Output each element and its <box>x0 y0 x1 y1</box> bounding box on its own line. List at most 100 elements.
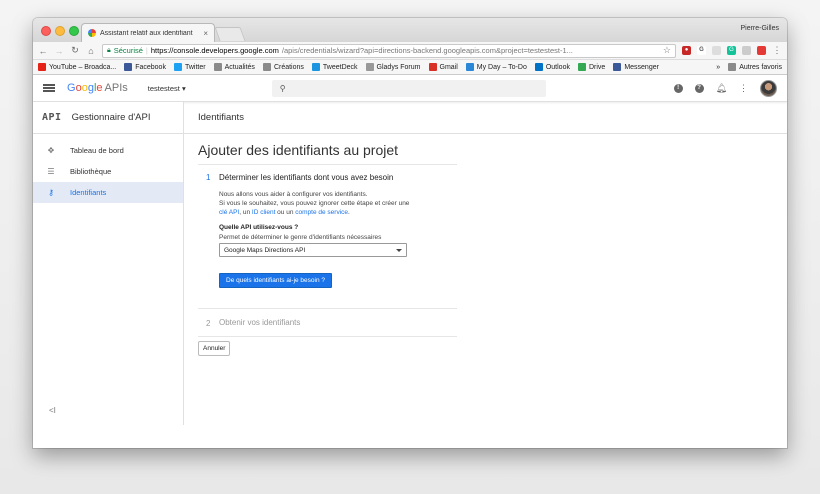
activity-icon[interactable]: ! <box>673 83 683 93</box>
forward-arrow-icon[interactable]: → <box>54 46 64 56</box>
bookmark-label: Outlook <box>545 63 570 71</box>
new-tab-button[interactable] <box>214 27 246 41</box>
bookmark-favicon-icon <box>577 63 586 71</box>
sidebar-item-label: Identifiants <box>70 188 107 197</box>
bookmark-label: My Day – To-Do <box>476 63 527 71</box>
bookmark-item[interactable]: My Day – To-Do <box>465 63 527 71</box>
step-title: Obtenir vos identifiants <box>219 318 301 327</box>
secure-label: Sécurisé <box>113 46 143 55</box>
home-icon[interactable]: ⌂ <box>86 46 96 56</box>
dashboard-icon: ✥ <box>47 146 55 155</box>
bookmark-label: Drive <box>588 63 606 71</box>
api-question-label: Quelle API utilisez-vous ? <box>219 224 299 231</box>
dropdown-caret-icon <box>396 248 402 252</box>
bookmark-item[interactable]: Outlook <box>534 63 570 71</box>
bookmark-favicon-icon <box>311 63 320 71</box>
sidebar-item-dashboard[interactable]: ✥ Tableau de bord <box>33 140 183 161</box>
step-number: 1 <box>206 173 211 182</box>
extension-gray-icon[interactable] <box>742 46 751 55</box>
minimize-window-button[interactable] <box>55 26 65 36</box>
grammarly-icon[interactable]: G <box>727 46 736 55</box>
bookmark-label: Actualités <box>224 63 255 71</box>
sidebar-item-library[interactable]: ☰ Bibliothèque <box>33 161 183 182</box>
description-text: Nous allons vous aider à configurer vos … <box>219 191 368 198</box>
google-apis-logo[interactable]: Google APIs <box>67 82 128 94</box>
bookmark-item[interactable]: Facebook <box>124 63 166 71</box>
wizard-step-2[interactable]: 2 Obtenir vos identifiants <box>198 309 457 337</box>
sidebar: API Gestionnaire d'API ✥ Tableau de bord… <box>33 102 184 425</box>
more-options-icon[interactable]: ⋮ <box>739 83 748 94</box>
extension-square-icon[interactable] <box>712 46 721 55</box>
tab-title: Assistant relatif aux identifiant <box>100 29 193 37</box>
bookmark-item[interactable]: Messenger <box>613 63 659 71</box>
bookmark-item[interactable]: YouTube – Broadca... <box>38 63 116 71</box>
project-selector[interactable]: testestest ▾ <box>148 84 186 93</box>
api-logo: API <box>42 112 62 123</box>
bookmark-folder[interactable]: Actualités <box>213 63 255 71</box>
extension-red-icon[interactable] <box>757 46 766 55</box>
section-header: Identifiants <box>184 102 787 134</box>
sidebar-item-label: Bibliothèque <box>70 167 112 176</box>
main-panel: Identifiants Ajouter des identifiants au… <box>184 102 787 425</box>
close-window-button[interactable] <box>41 26 51 36</box>
key-icon: ⚷ <box>48 188 54 197</box>
sidebar-item-credentials[interactable]: ⚷ Identifiants <box>33 182 183 203</box>
bookmark-item[interactable]: Twitter <box>173 63 206 71</box>
cancel-button[interactable]: Annuler <box>198 341 231 356</box>
bookmarks-overflow-icon[interactable]: » <box>716 64 720 71</box>
search-input[interactable]: ⚲ <box>271 79 546 97</box>
title-bar: Assistant relatif aux identifiant × Pier… <box>33 18 787 42</box>
bookmark-favicon-icon <box>365 63 374 71</box>
bookmark-favicon-icon <box>173 63 182 71</box>
browser-tab[interactable]: Assistant relatif aux identifiant × <box>81 23 215 42</box>
browser-toolbar: ← → ↻ ⌂ 🔒︎ Sécurisé | https://console.de… <box>33 42 787 60</box>
bookmark-label: YouTube – Broadca... <box>49 63 117 71</box>
lock-icon: 🔒︎ <box>107 46 111 54</box>
service-account-link[interactable]: compte de service <box>295 209 348 216</box>
hamburger-menu-icon[interactable] <box>43 84 55 92</box>
sidebar-title: Gestionnaire d'API <box>71 112 151 123</box>
page-title: Ajouter des identifiants au projet <box>198 142 399 158</box>
bookmark-item[interactable]: Gmail <box>428 63 458 71</box>
folder-icon <box>262 63 271 71</box>
bookmark-item[interactable]: Gladys Forum <box>365 63 421 71</box>
browser-window: Assistant relatif aux identifiant × Pier… <box>33 18 787 448</box>
chevron-down-icon: ▾ <box>181 83 186 93</box>
maximize-window-button[interactable] <box>69 26 79 36</box>
bookmark-item[interactable]: TweetDeck <box>311 63 358 71</box>
bookmarks-bar: YouTube – Broadca... Facebook Twitter Ac… <box>33 60 787 75</box>
logo-apis: APIs <box>104 82 128 94</box>
bookmark-label: Twitter <box>184 63 206 71</box>
notifications-bell-icon[interactable]: 🔔︎ <box>716 83 727 94</box>
address-bar[interactable]: 🔒︎ Sécurisé | https://console.developers… <box>102 43 676 58</box>
bookmark-item[interactable]: Drive <box>577 63 606 71</box>
wizard: Ajouter des identifiants au projet 1 Dét… <box>184 134 787 356</box>
api-key-link[interactable]: clé API <box>219 209 239 216</box>
collapse-sidebar-icon[interactable]: <I <box>49 406 56 415</box>
folder-icon <box>728 63 737 71</box>
api-select[interactable]: Google Maps Directions API <box>219 243 407 257</box>
user-avatar[interactable] <box>760 79 777 97</box>
bookmark-folder[interactable]: Créations <box>262 63 304 71</box>
step-title: Déterminer les identifiants dont vous av… <box>219 173 394 182</box>
help-icon[interactable]: ? <box>694 83 704 93</box>
client-id-link[interactable]: ID client <box>252 209 275 216</box>
reload-icon[interactable]: ↻ <box>70 45 80 56</box>
which-credentials-button[interactable]: De quels identifiants ai-je besoin ? <box>219 273 333 288</box>
search-icon: ⚲ <box>279 83 286 93</box>
other-bookmarks-folder[interactable]: Autres favoris <box>728 63 782 71</box>
browser-menu-icon[interactable]: ⋮ <box>772 45 782 56</box>
profile-name[interactable]: Pierre-Gilles <box>740 25 779 32</box>
api-question-hint: Permet de déterminer le genre d'identifi… <box>219 234 382 241</box>
extension-icon[interactable]: ● <box>682 46 691 55</box>
description-text: . <box>348 209 350 216</box>
sidebar-header: API Gestionnaire d'API <box>33 102 183 134</box>
description-text: Si vous le souhaitez, vous pouvez ignore… <box>219 200 410 207</box>
step-description: Nous allons vous aider à configurer vos … <box>219 190 457 217</box>
bookmark-star-icon[interactable]: ☆ <box>663 45 671 56</box>
back-arrow-icon[interactable]: ← <box>38 46 48 56</box>
google-extension-icon[interactable]: G <box>697 46 706 55</box>
tab-close-icon[interactable]: × <box>203 29 208 38</box>
bookmark-label: Facebook <box>135 63 166 71</box>
bookmark-favicon-icon <box>613 63 622 71</box>
